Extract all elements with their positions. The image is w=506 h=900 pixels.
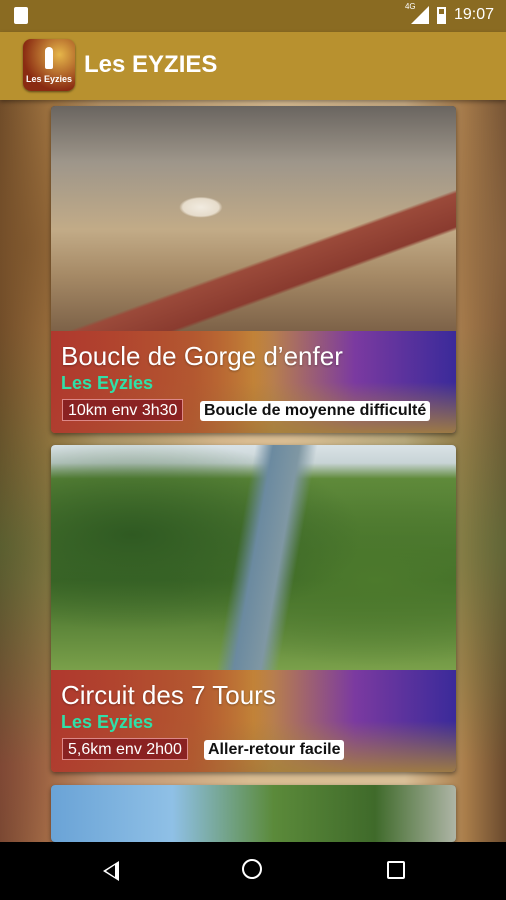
trail-card[interactable]: Circuit des 7 Tours Les Eyzies 5,6km env…: [51, 445, 456, 772]
trail-info-panel: Circuit des 7 Tours Les Eyzies 5,6km env…: [51, 670, 456, 772]
battery-icon: [436, 6, 446, 24]
signal-icon: 4G: [405, 2, 429, 24]
trail-photo: [51, 106, 456, 331]
trail-photo: [51, 445, 456, 670]
recents-icon[interactable]: [387, 861, 405, 879]
difficulty-badge: Boucle de moyenne difficulté: [200, 401, 431, 421]
app-bar: Les Eyzies Les EYZIES: [0, 32, 506, 100]
home-icon[interactable]: [242, 859, 262, 879]
hiker-icon: [45, 47, 53, 69]
status-time: 19:07: [453, 6, 494, 23]
network-type-label: 4G: [404, 2, 416, 11]
distance-badge: 10km env 3h30: [62, 399, 184, 421]
navigation-bar: [0, 842, 506, 900]
logo-text: Les Eyzies: [25, 74, 73, 84]
trail-name: Circuit des 7 Tours: [61, 680, 276, 710]
trail-info-panel: Boucle de Gorge d’enfer Les Eyzies 10km …: [51, 331, 456, 433]
trail-place: Les Eyzies: [61, 712, 154, 732]
trail-photo: [51, 785, 456, 842]
trail-card[interactable]: Boucle de Gorge d’enfer Les Eyzies 10km …: [51, 106, 456, 433]
page-title: Les EYZIES: [84, 51, 218, 78]
trail-place: Les Eyzies: [61, 373, 154, 393]
sd-card-icon: [14, 7, 28, 24]
trail-card-partial[interactable]: [51, 785, 456, 842]
status-bar: 4G 19:07: [0, 0, 506, 32]
back-icon[interactable]: [103, 861, 119, 881]
app-logo[interactable]: Les Eyzies: [23, 39, 75, 91]
trail-name: Boucle de Gorge d’enfer: [61, 341, 343, 371]
distance-badge: 5,6km env 2h00: [62, 738, 188, 760]
difficulty-badge: Aller-retour facile: [204, 740, 345, 760]
